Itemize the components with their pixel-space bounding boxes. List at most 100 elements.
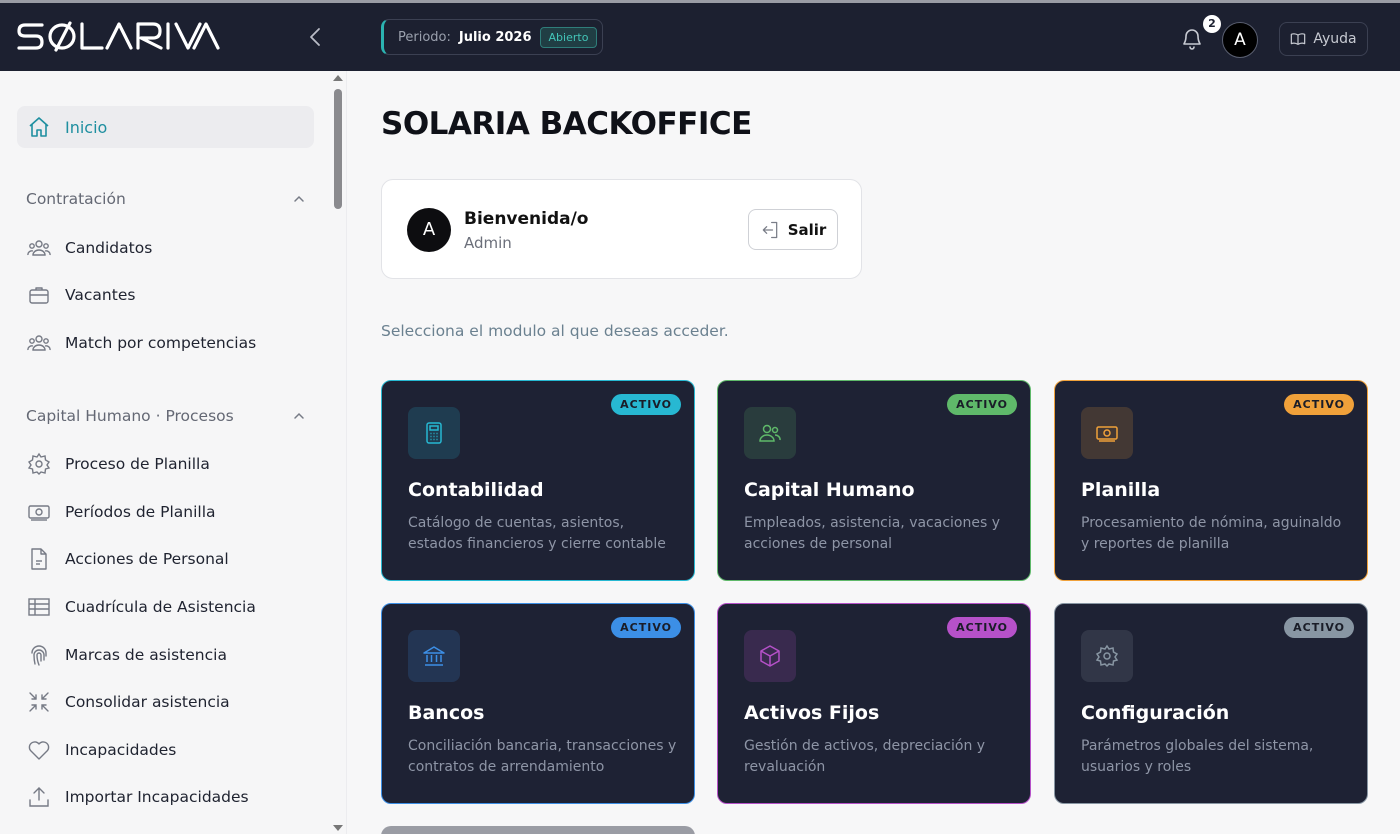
sidebar-item-label: Consolidar asistencia xyxy=(65,693,230,711)
sidebar-item-label: Proceso de Planilla xyxy=(65,455,210,473)
status-badge: ACTIVO xyxy=(1284,394,1354,415)
cube-icon xyxy=(760,645,780,667)
module-card-bancos[interactable]: ACTIVO Bancos Conciliación bancaria, tra… xyxy=(381,603,695,804)
card-icon-box xyxy=(408,630,460,682)
logout-label: Salir xyxy=(787,220,827,239)
card-icon-box xyxy=(1081,407,1133,459)
solaria-logo[interactable] xyxy=(16,19,236,53)
chevron-up-icon xyxy=(294,412,304,419)
avatar: A xyxy=(407,208,451,252)
heart-icon xyxy=(28,741,50,760)
page-title: SOLARIA BACKOFFICE xyxy=(381,106,752,142)
money-icon xyxy=(1096,426,1118,442)
section-capital-humano[interactable]: Capital Humano · Procesos xyxy=(26,407,306,425)
sidebar-item-periodos-planilla[interactable]: Períodos de Planilla xyxy=(17,491,314,533)
module-card-capital-humano[interactable]: ACTIVO Capital Humano Empleados, asisten… xyxy=(717,380,1031,581)
welcome-role: Admin xyxy=(464,234,512,252)
chevron-up-icon xyxy=(294,195,304,202)
collapse-sidebar-icon[interactable] xyxy=(304,25,328,49)
status-badge: ACTIVO xyxy=(947,394,1017,415)
sidebar-item-incapacidades[interactable]: Incapacidades xyxy=(17,729,314,771)
sidebar-item-cuadricula[interactable]: Cuadrícula de Asistencia xyxy=(17,586,314,628)
sidebar-item-label: Match por competencias xyxy=(65,334,257,352)
users-icon xyxy=(27,240,51,256)
book-icon xyxy=(1291,33,1306,45)
card-title: Planilla xyxy=(1081,479,1161,501)
gear-icon xyxy=(1095,644,1119,668)
section-title: Capital Humano · Procesos xyxy=(26,407,234,425)
logout-icon xyxy=(762,221,777,238)
status-badge: ACTIVO xyxy=(611,617,681,638)
card-title: Activos Fijos xyxy=(744,702,880,724)
sidebar-item-label: Períodos de Planilla xyxy=(65,503,216,521)
card-icon-box xyxy=(408,407,460,459)
status-badge: ACTIVO xyxy=(947,617,1017,638)
card-icon-box xyxy=(1081,630,1133,682)
user-avatar[interactable]: A xyxy=(1222,22,1258,58)
sidebar-item-consolidar[interactable]: Consolidar asistencia xyxy=(17,681,314,723)
welcome-card: A Bienvenida/o Admin Salir xyxy=(381,179,862,279)
module-card-partial[interactable] xyxy=(381,826,695,834)
card-description: Gestión de activos, depreciación y reval… xyxy=(744,738,986,775)
money-icon xyxy=(28,505,50,521)
card-description: Procesamiento de nómina, aguinaldo y rep… xyxy=(1081,515,1342,552)
section-contratacion[interactable]: Contratación xyxy=(26,190,306,208)
sidebar-item-candidatos[interactable]: Candidatos xyxy=(17,227,314,269)
gear-icon xyxy=(27,452,51,475)
sidebar-item-acciones-personal[interactable]: Acciones de Personal xyxy=(17,538,314,580)
scroll-down-arrow-icon[interactable] xyxy=(333,825,343,831)
document-icon xyxy=(31,548,47,570)
logout-button[interactable]: Salir xyxy=(748,209,838,250)
sidebar-item-inicio[interactable]: Inicio xyxy=(17,106,314,148)
card-title: Configuración xyxy=(1081,702,1230,724)
sidebar-item-vacantes[interactable]: Vacantes xyxy=(17,274,314,316)
sidebar-item-label: Cuadrícula de Asistencia xyxy=(65,598,256,616)
sidebar-item-label: Marcas de asistencia xyxy=(65,646,227,664)
collapse-arrows-icon xyxy=(29,692,49,712)
card-icon-box xyxy=(744,630,796,682)
bank-icon xyxy=(423,646,445,666)
card-description: Parámetros globales del sistema, usuario… xyxy=(1081,738,1314,775)
status-badge: ACTIVO xyxy=(611,394,681,415)
status-badge: ACTIVO xyxy=(1284,617,1354,638)
sidebar-item-importar-incapacidades[interactable]: Importar Incapacidades xyxy=(17,776,314,818)
fingerprint-icon xyxy=(31,645,47,666)
module-instruction: Selecciona el modulo al que deseas acced… xyxy=(381,322,729,340)
sidebar-item-label: Acciones de Personal xyxy=(65,550,229,568)
sidebar-item-label: Importar Incapacidades xyxy=(65,788,249,806)
help-button[interactable]: Ayuda xyxy=(1279,22,1368,56)
welcome-title: Bienvenida/o xyxy=(464,209,589,229)
section-title: Contratación xyxy=(26,190,126,208)
card-icon-box xyxy=(744,407,796,459)
sidebar-item-label: Vacantes xyxy=(65,286,136,304)
scrollbar-thumb[interactable] xyxy=(334,89,342,209)
period-status-badge: Abierto xyxy=(539,26,598,48)
upload-icon xyxy=(29,787,49,807)
scroll-up-arrow-icon[interactable] xyxy=(333,75,343,81)
briefcase-icon xyxy=(29,287,49,304)
sidebar-item-match[interactable]: Match por competencias xyxy=(17,322,314,364)
period-value: Julio 2026 xyxy=(458,29,532,45)
module-card-contabilidad[interactable]: ACTIVO Contabilidad Catálogo de cuentas,… xyxy=(381,380,695,581)
sidebar-item-proceso-planilla[interactable]: Proceso de Planilla xyxy=(17,443,314,485)
users-icon xyxy=(759,424,781,442)
bell-icon[interactable] xyxy=(1180,27,1204,51)
card-title: Capital Humano xyxy=(744,479,915,501)
sidebar-item-marcas[interactable]: Marcas de asistencia xyxy=(17,634,314,676)
sidebar-item-label: Candidatos xyxy=(65,239,153,257)
module-card-activos-fijos[interactable]: ACTIVO Activos Fijos Gestión de activos,… xyxy=(717,603,1031,804)
sidebar-item-label: Inicio xyxy=(65,117,108,137)
period-selector[interactable]: Periodo: Julio 2026 Abierto xyxy=(381,19,603,55)
card-title: Contabilidad xyxy=(408,479,544,501)
users-icon xyxy=(27,335,51,351)
module-card-planilla[interactable]: ACTIVO Planilla Procesamiento de nómina,… xyxy=(1054,380,1368,581)
help-label: Ayuda xyxy=(1313,31,1357,47)
notifications-badge: 2 xyxy=(1203,15,1221,33)
card-description: Conciliación bancaria, transacciones y c… xyxy=(408,738,677,775)
sidebar-scrollbar[interactable] xyxy=(331,71,345,834)
card-description: Empleados, asistencia, vacaciones y acci… xyxy=(744,515,1001,552)
module-card-configuracion[interactable]: ACTIVO Configuración Parámetros globales… xyxy=(1054,603,1368,804)
sidebar: Inicio Contratación Candidatos Vacantes … xyxy=(0,71,347,834)
calculator-icon xyxy=(426,422,442,444)
card-description: Catálogo de cuentas, asientos, estados f… xyxy=(408,515,666,552)
